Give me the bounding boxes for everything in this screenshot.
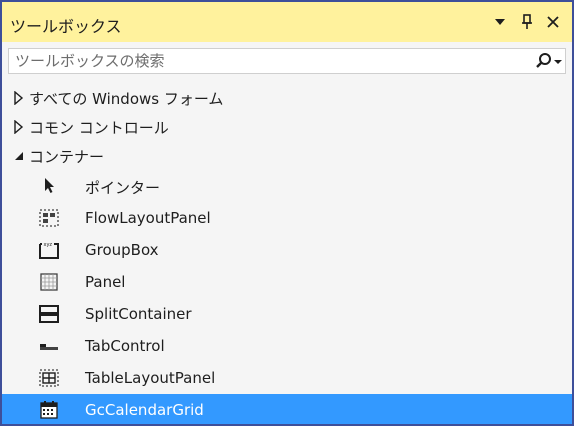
category-all-windows-forms[interactable]: すべての Windows フォーム — [2, 83, 572, 112]
dropdown-arrow-icon — [554, 60, 562, 64]
category-containers[interactable]: コンテナー — [2, 141, 572, 170]
item-label: ポインター — [85, 179, 161, 197]
group-box-icon: xyz — [39, 242, 59, 259]
tab-control-icon — [40, 344, 58, 350]
collapse-triangle-icon — [15, 152, 23, 160]
toolbox-item-panel[interactable]: Panel — [2, 266, 572, 298]
pin-button[interactable] — [517, 12, 537, 32]
item-label: TableLayoutPanel — [85, 369, 216, 387]
close-icon — [547, 16, 559, 28]
search-input[interactable] — [9, 49, 525, 73]
toolbox-item-splitcontainer[interactable]: SplitContainer — [2, 298, 572, 330]
panel-title: ツールボックス — [10, 17, 122, 36]
toolbox-item-pointer[interactable]: ポインター — [2, 170, 572, 202]
toolbox-item-tabcontrol[interactable]: TabControl — [2, 330, 572, 362]
svg-text:xyz: xyz — [44, 242, 53, 248]
category-label: すべての Windows フォーム — [29, 90, 224, 108]
pin-icon — [522, 14, 532, 29]
toolbox-tree: すべての Windows フォーム コモン コントロール コンテナー ポインター… — [2, 83, 572, 424]
pointer-icon — [45, 178, 54, 193]
toolbox-item-groupbox[interactable]: xyz GroupBox — [2, 234, 572, 266]
toolbox-item-gccalendargrid[interactable]: GcCalendarGrid — [2, 394, 572, 424]
panel-icon — [40, 273, 58, 291]
category-common-controls[interactable]: コモン コントロール — [2, 112, 572, 141]
category-label: コンテナー — [29, 148, 105, 166]
chevron-down-icon — [495, 19, 505, 25]
search-icon — [536, 53, 562, 68]
title-bar: ツールボックス — [2, 2, 572, 42]
item-label: SplitContainer — [85, 305, 192, 323]
split-container-icon — [39, 305, 59, 323]
toolbox-item-tablelayoutpanel[interactable]: TableLayoutPanel — [2, 362, 572, 394]
item-label: GroupBox — [85, 241, 159, 259]
item-label: TabControl — [85, 337, 165, 355]
search-box — [8, 48, 566, 74]
flow-layout-panel-icon — [39, 209, 59, 227]
category-label: コモン コントロール — [29, 119, 169, 137]
calendar-grid-icon — [40, 401, 58, 419]
expand-triangle-icon — [14, 120, 24, 134]
window-position-dropdown-button[interactable] — [490, 12, 510, 32]
toolbox-item-flowlayoutpanel[interactable]: FlowLayoutPanel — [2, 202, 572, 234]
close-button[interactable] — [543, 12, 563, 32]
expand-triangle-icon — [14, 91, 24, 105]
item-label: GcCalendarGrid — [85, 401, 204, 419]
item-label: Panel — [85, 273, 126, 291]
item-label: FlowLayoutPanel — [85, 209, 211, 227]
search-options-button[interactable] — [529, 52, 563, 70]
table-layout-panel-icon — [39, 369, 59, 387]
toolbox-window: ツールボックス すべ — [0, 0, 574, 426]
